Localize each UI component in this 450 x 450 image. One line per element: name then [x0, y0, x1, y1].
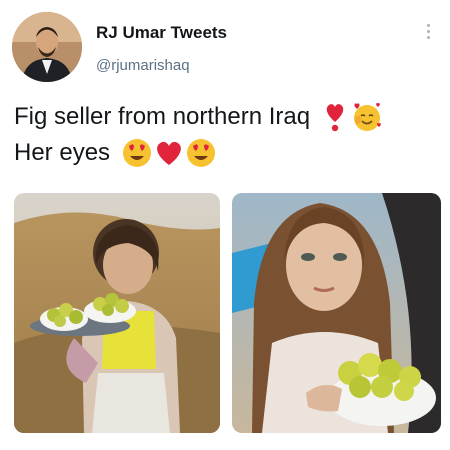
- tweet-header: RJ Umar Tweets @rjumarishaq: [0, 0, 450, 86]
- tweet-text-line-2: Her eyes: [14, 135, 444, 171]
- more-options-icon[interactable]: [424, 24, 432, 44]
- avatar[interactable]: [12, 12, 82, 82]
- tweet-photo-left[interactable]: [14, 193, 220, 433]
- smiling-face-with-hearts-icon: [352, 102, 382, 132]
- tweet-photo-right[interactable]: [232, 193, 441, 433]
- red-heart-icon: [154, 138, 184, 168]
- tweet-text-line-1: Fig seller from northern Iraq: [14, 99, 444, 135]
- heart-eyes-icon: [186, 138, 216, 168]
- exclamation-heart-icon: [324, 102, 346, 132]
- tweet-text: Fig seller from northern Iraq Her eyes: [14, 99, 444, 171]
- author-name[interactable]: RJ Umar Tweets: [96, 23, 227, 43]
- tweet-text-line-2-text: Her eyes: [14, 139, 111, 166]
- tweet-text-line-1-text: Fig seller from northern Iraq: [14, 103, 311, 130]
- author-handle[interactable]: @rjumarishaq: [96, 57, 190, 74]
- heart-eyes-icon: [122, 138, 152, 168]
